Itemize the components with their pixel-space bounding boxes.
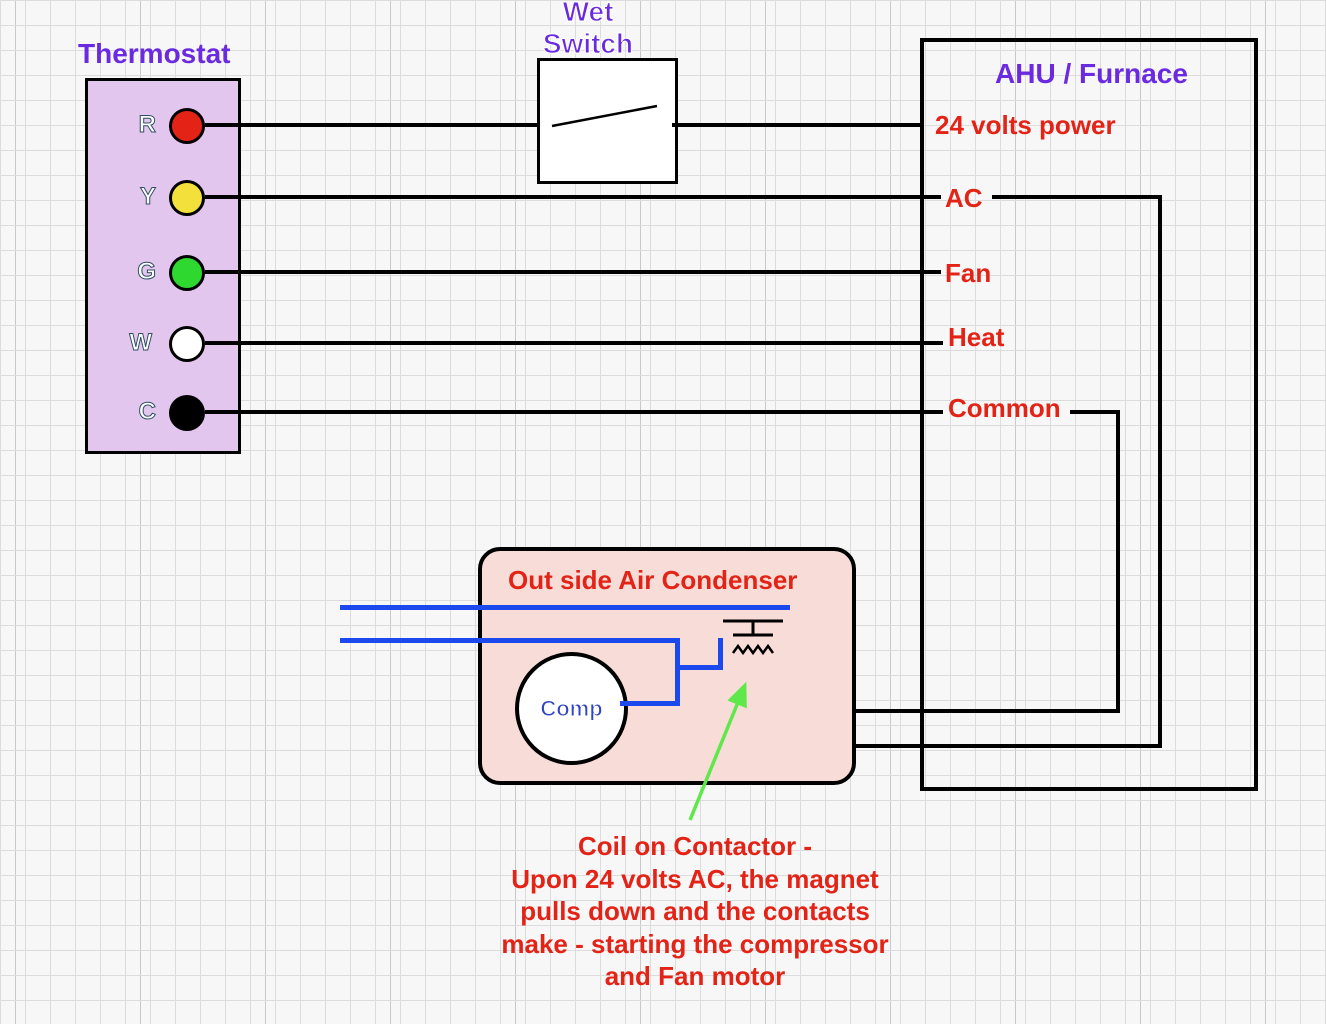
wire-common-right [1070,410,1120,414]
wire-ac-down [1158,195,1162,748]
switch-contact-icon [537,58,672,178]
ahu-label-power: 24 volts power [935,110,1116,141]
wire-ac-right [992,195,1162,199]
thermostat-box [85,78,241,454]
ahu-title: AHU / Furnace [995,58,1188,90]
wire-r-right [672,123,922,127]
ahu-label-fan: Fan [945,258,991,289]
wire-y [205,195,941,199]
condenser-title: Out side Air Condenser [508,565,797,596]
wire-common-down [1116,410,1120,713]
wire-c [205,410,943,414]
arrow-to-contactor [660,670,780,840]
contactor-note: Coil on Contactor - Upon 24 volts AC, th… [485,830,905,993]
terminal-dot-w [169,326,205,362]
compressor-label: Comp [540,696,602,722]
thermostat-title: Thermostat [78,38,230,70]
blue-wire-bottom [340,638,680,643]
terminal-label-g: G [126,258,156,286]
terminal-label-c: C [126,398,156,426]
ahu-label-heat: Heat [948,322,1004,353]
terminal-label-y: Y [126,183,156,211]
terminal-dot-y [169,180,205,216]
terminal-dot-c [169,395,205,431]
wire-g [205,270,941,274]
wire-r-left [205,123,538,127]
terminal-dot-r [169,108,205,144]
terminal-label-w: W [122,329,152,357]
compressor-icon: Comp [515,652,628,765]
wet-switch-title: Wet Switch [523,0,653,60]
terminal-dot-g [169,255,205,291]
ahu-label-common: Common [948,393,1061,424]
wire-w [205,341,943,345]
blue-wire-top [340,605,790,610]
terminal-label-r: R [126,111,156,139]
blue-wire-down2 [718,638,723,668]
wiring-diagram: Wet Switch Thermostat R Y G W C AHU / Fu… [0,0,1326,1024]
ahu-label-ac: AC [945,183,983,214]
contactor-icon [718,613,788,673]
